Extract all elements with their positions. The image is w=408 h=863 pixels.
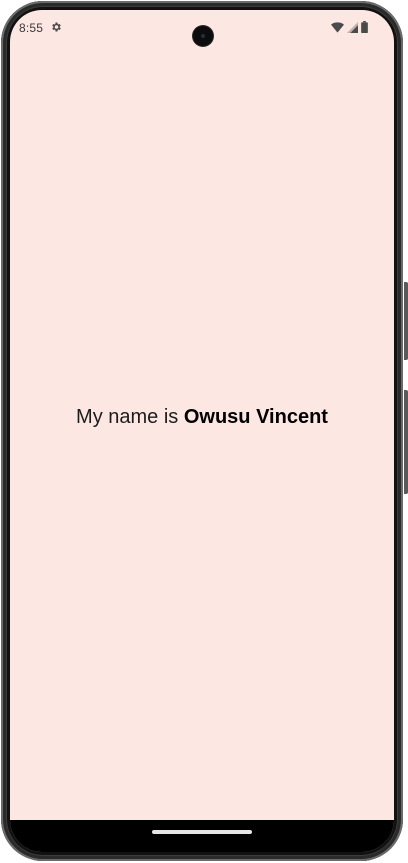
app-screen: 8:55 My name is Owusu Vincent <box>10 10 394 852</box>
wifi-icon <box>331 21 344 33</box>
greeting-prefix: My name is <box>76 406 184 428</box>
status-bar: 8:55 <box>10 10 394 46</box>
phone-device: 8:55 My name is Owusu Vincent <box>0 0 408 863</box>
battery-icon <box>361 21 368 33</box>
signal-icon <box>347 21 358 33</box>
gear-icon <box>52 22 61 32</box>
home-gesture-handle[interactable] <box>152 830 252 834</box>
status-time: 8:55 <box>19 21 44 35</box>
front-camera <box>193 26 213 46</box>
user-name: Owusu Vincent <box>183 406 328 428</box>
volume-button[interactable] <box>404 390 408 494</box>
navigation-bar <box>10 820 394 852</box>
greeting-text: My name is Owusu Vincent <box>10 406 394 429</box>
status-icons <box>331 21 368 33</box>
power-button[interactable] <box>404 282 408 360</box>
